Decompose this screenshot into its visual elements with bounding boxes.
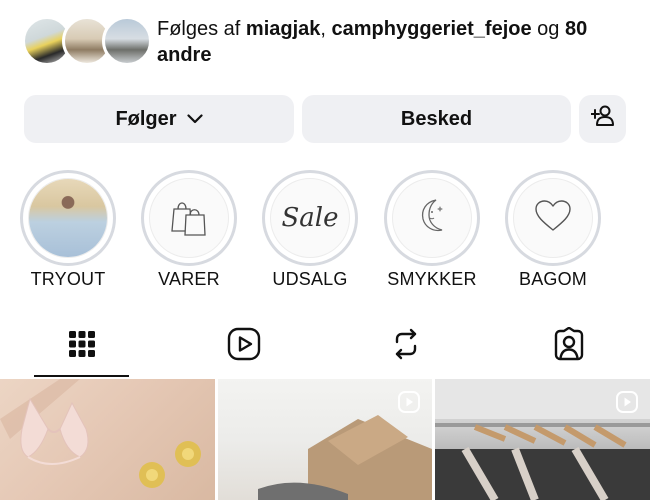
highlight-ring <box>505 170 601 266</box>
highlight-cover <box>392 178 472 258</box>
bikini-photo <box>0 379 201 488</box>
highlight-cover-photo <box>29 179 107 257</box>
story-highlight-tryout[interactable]: TRYOUT <box>20 170 116 289</box>
message-label: Besked <box>400 107 473 130</box>
highlight-label: VARER <box>158 269 220 289</box>
tab-reposts[interactable] <box>358 315 453 377</box>
followed-by-conjunction: og <box>537 18 560 40</box>
suggested-users-button[interactable] <box>579 95 626 143</box>
follower-avatars[interactable] <box>22 16 152 68</box>
post-thumbnail-reel[interactable] <box>435 379 650 500</box>
tab-tagged[interactable] <box>521 315 616 377</box>
tagged-icon <box>552 326 586 366</box>
reels-icon <box>227 327 261 366</box>
heart-icon <box>533 198 573 239</box>
message-button[interactable]: Besked <box>302 95 571 143</box>
highlight-ring <box>141 170 237 266</box>
reposts-icon <box>391 328 421 365</box>
posts-grid <box>0 379 650 500</box>
active-tab-indicator <box>34 375 129 377</box>
follower-username[interactable]: miagjak <box>246 18 320 40</box>
post-thumbnail[interactable] <box>0 379 215 500</box>
following-button[interactable]: Følger <box>24 95 294 143</box>
add-person-icon <box>589 105 615 133</box>
followed-by-separator: , <box>320 18 326 40</box>
shopping-bags-icon <box>168 195 210 242</box>
highlight-cover <box>513 178 593 258</box>
tab-posts-grid[interactable] <box>34 315 129 377</box>
follower-username[interactable]: camphyggeriet_fejoe <box>332 18 532 40</box>
highlight-label: BAGOM <box>518 269 587 289</box>
profile-tabs <box>0 315 650 377</box>
highlight-cover <box>149 178 229 258</box>
sale-cover-text: Sale <box>281 203 339 233</box>
followed-by-prefix: Følges af <box>157 18 241 40</box>
highlight-label: TRYOUT <box>30 269 106 289</box>
chevron-down-icon <box>186 114 203 124</box>
moon-face-icon <box>412 196 452 241</box>
follower-avatar <box>102 16 152 66</box>
following-label: Følger <box>115 107 177 130</box>
tab-reels[interactable] <box>196 315 291 377</box>
followed-by-section[interactable]: Følges af miagjak, camphyggeriet_fejoe o… <box>22 12 632 72</box>
highlight-ring <box>20 170 116 266</box>
highlight-cover: Sale <box>270 178 350 258</box>
post-thumbnail-reel[interactable] <box>218 379 432 500</box>
highlight-label: UDSALG <box>272 269 348 289</box>
highlight-cover <box>28 178 108 258</box>
highlight-ring <box>384 170 480 266</box>
reel-badge-icon <box>616 391 638 418</box>
reel-badge-icon <box>398 391 420 418</box>
story-highlight-bagom[interactable]: BAGOM <box>505 170 601 289</box>
grid-icon <box>68 330 96 363</box>
story-highlight-smykker[interactable]: SMYKKER <box>384 170 480 289</box>
story-highlight-udsalg[interactable]: Sale UDSALG <box>262 170 358 289</box>
followed-by-text[interactable]: Følges af miagjak, camphyggeriet_fejoe o… <box>157 16 627 68</box>
story-highlight-varer[interactable]: VARER <box>141 170 237 289</box>
highlight-label: SMYKKER <box>387 269 477 289</box>
highlight-ring: Sale <box>262 170 358 266</box>
